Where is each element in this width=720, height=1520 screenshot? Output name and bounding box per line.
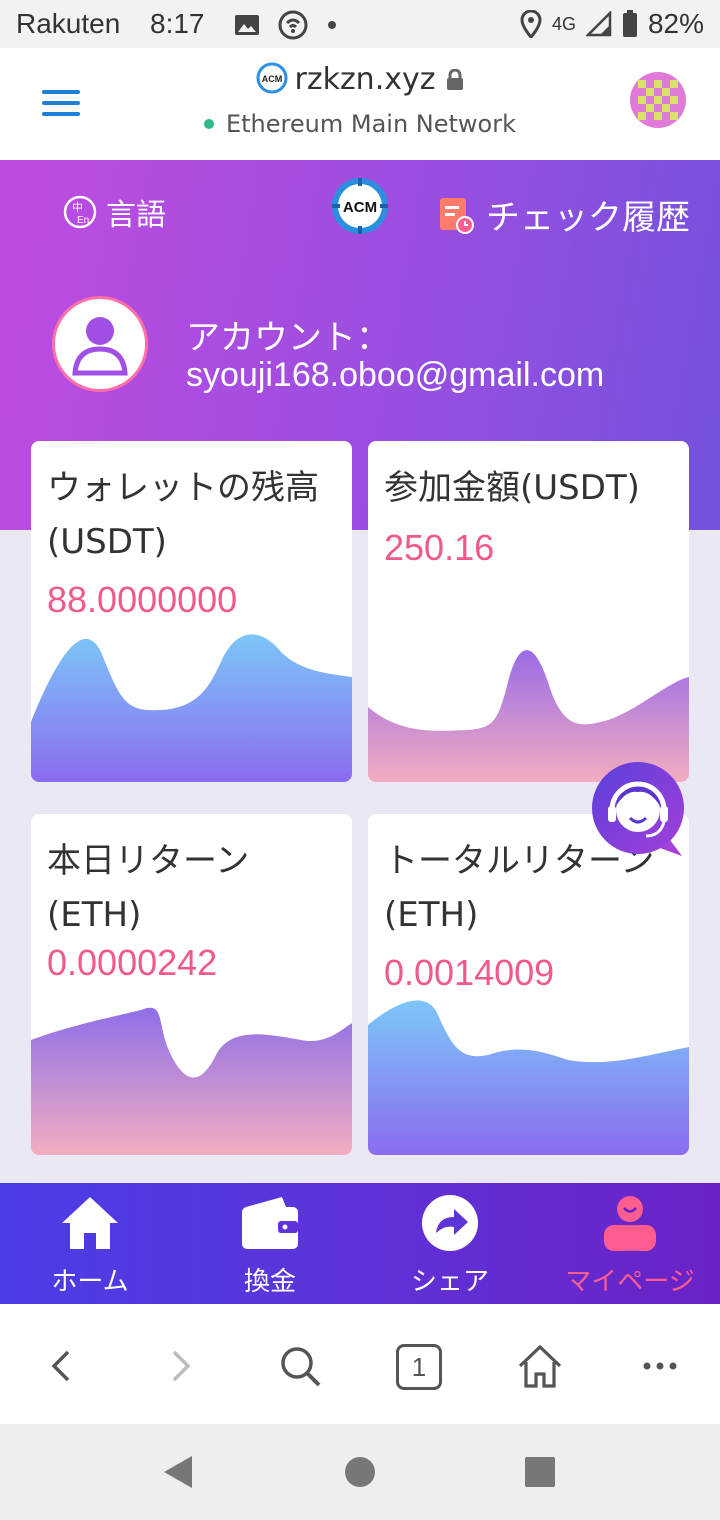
system-navigation: [0, 1424, 720, 1520]
home-icon: [62, 1197, 118, 1249]
search-icon[interactable]: [276, 1342, 324, 1390]
network-name: Ethereum Main Network: [225, 110, 516, 138]
total-return-card[interactable]: トータルリターン(ETH) 0.0014009: [368, 814, 689, 1155]
signal-icon: [585, 11, 612, 37]
user-avatar-icon: [52, 296, 148, 392]
svg-text:ACM: ACM: [343, 199, 377, 216]
nav-exchange-label: 換金: [243, 1267, 296, 1297]
language-icon: 中En: [63, 195, 97, 229]
svg-text:中: 中: [72, 201, 83, 214]
language-label: 言語: [106, 198, 166, 233]
status-bar: Rakuten 8:17 4G 82%: [0, 0, 720, 48]
site-address[interactable]: ACM rzkzn.xyz: [0, 62, 720, 97]
nav-exchange[interactable]: 換金: [180, 1183, 360, 1304]
carrier-name: Rakuten: [16, 8, 121, 39]
nav-home-label: ホーム: [51, 1267, 129, 1297]
site-domain: rzkzn.xyz: [294, 62, 436, 97]
browser-toolbar: 1: [0, 1304, 720, 1424]
customer-support-button[interactable]: [590, 760, 690, 860]
lock-icon: [446, 69, 463, 90]
location-icon: [520, 10, 542, 38]
wave-chart: [368, 1000, 689, 1155]
share-arrow-icon: [422, 1195, 478, 1251]
nav-home[interactable]: ホーム: [0, 1183, 180, 1304]
check-history-label: チェック履歴: [486, 198, 690, 238]
forward-icon[interactable]: [156, 1342, 204, 1390]
participation-amount-card[interactable]: 参加金額(USDT) 250.16: [368, 441, 689, 782]
system-back-icon[interactable]: [160, 1454, 196, 1490]
wave-chart: [368, 650, 689, 782]
system-recents-icon[interactable]: [524, 1456, 556, 1488]
check-history-button[interactable]: チェック履歴: [438, 190, 690, 239]
wallet-balance-card[interactable]: ウォレットの残高(USDT) 88.0000000: [31, 441, 352, 782]
card-value: 250.16: [384, 527, 495, 568]
wallet-icon: [242, 1197, 298, 1249]
network-indicator: Ethereum Main Network: [0, 110, 720, 138]
user-icon: [604, 1196, 656, 1251]
system-home-icon[interactable]: [342, 1454, 378, 1490]
card-title: 本日リターン(ETH): [47, 841, 250, 935]
battery-level: 82%: [647, 8, 704, 39]
language-button[interactable]: 中 En 言語: [62, 190, 166, 234]
network-type: 4G: [551, 13, 576, 34]
nav-share-label: シェア: [410, 1267, 489, 1297]
image-icon: [235, 15, 259, 35]
svg-text:ACM: ACM: [262, 74, 283, 84]
battery-icon: [622, 10, 637, 37]
card-title: ウォレットの残高(USDT): [47, 468, 319, 562]
account-email: syouji168.oboo@gmail.com: [186, 356, 605, 394]
account-identicon[interactable]: [630, 72, 686, 128]
account-label: アカウント：: [186, 318, 390, 358]
acm-logo-icon: ACM: [256, 62, 288, 94]
bottom-navigation: ホーム 換金 シェア マイページ: [0, 1183, 720, 1304]
status-dot: [203, 119, 214, 129]
wave-chart: [31, 1007, 352, 1155]
headset-agent-icon: [592, 762, 684, 856]
nav-share[interactable]: シェア: [360, 1183, 540, 1304]
home-browser-icon[interactable]: [516, 1342, 564, 1390]
clock: 8:17: [150, 8, 205, 39]
acm-logo-icon: ACM: [332, 178, 388, 234]
history-document-icon: [440, 197, 474, 234]
wave-chart: [31, 634, 352, 782]
today-return-card[interactable]: 本日リターン(ETH) 0.0000242: [31, 814, 352, 1155]
nav-mypage-label: マイページ: [565, 1267, 695, 1297]
dot-icon: [328, 21, 336, 29]
more-icon[interactable]: [636, 1342, 684, 1390]
browser-header: ACM rzkzn.xyz Ethereum Main Network: [0, 48, 720, 160]
wifi-call-icon: [278, 10, 308, 40]
card-title: 参加金額(USDT): [384, 468, 640, 508]
nav-mypage[interactable]: マイページ: [540, 1183, 720, 1304]
tab-count-button[interactable]: 1: [396, 1344, 442, 1390]
back-icon[interactable]: [38, 1342, 86, 1390]
svg-text:En: En: [77, 215, 89, 226]
